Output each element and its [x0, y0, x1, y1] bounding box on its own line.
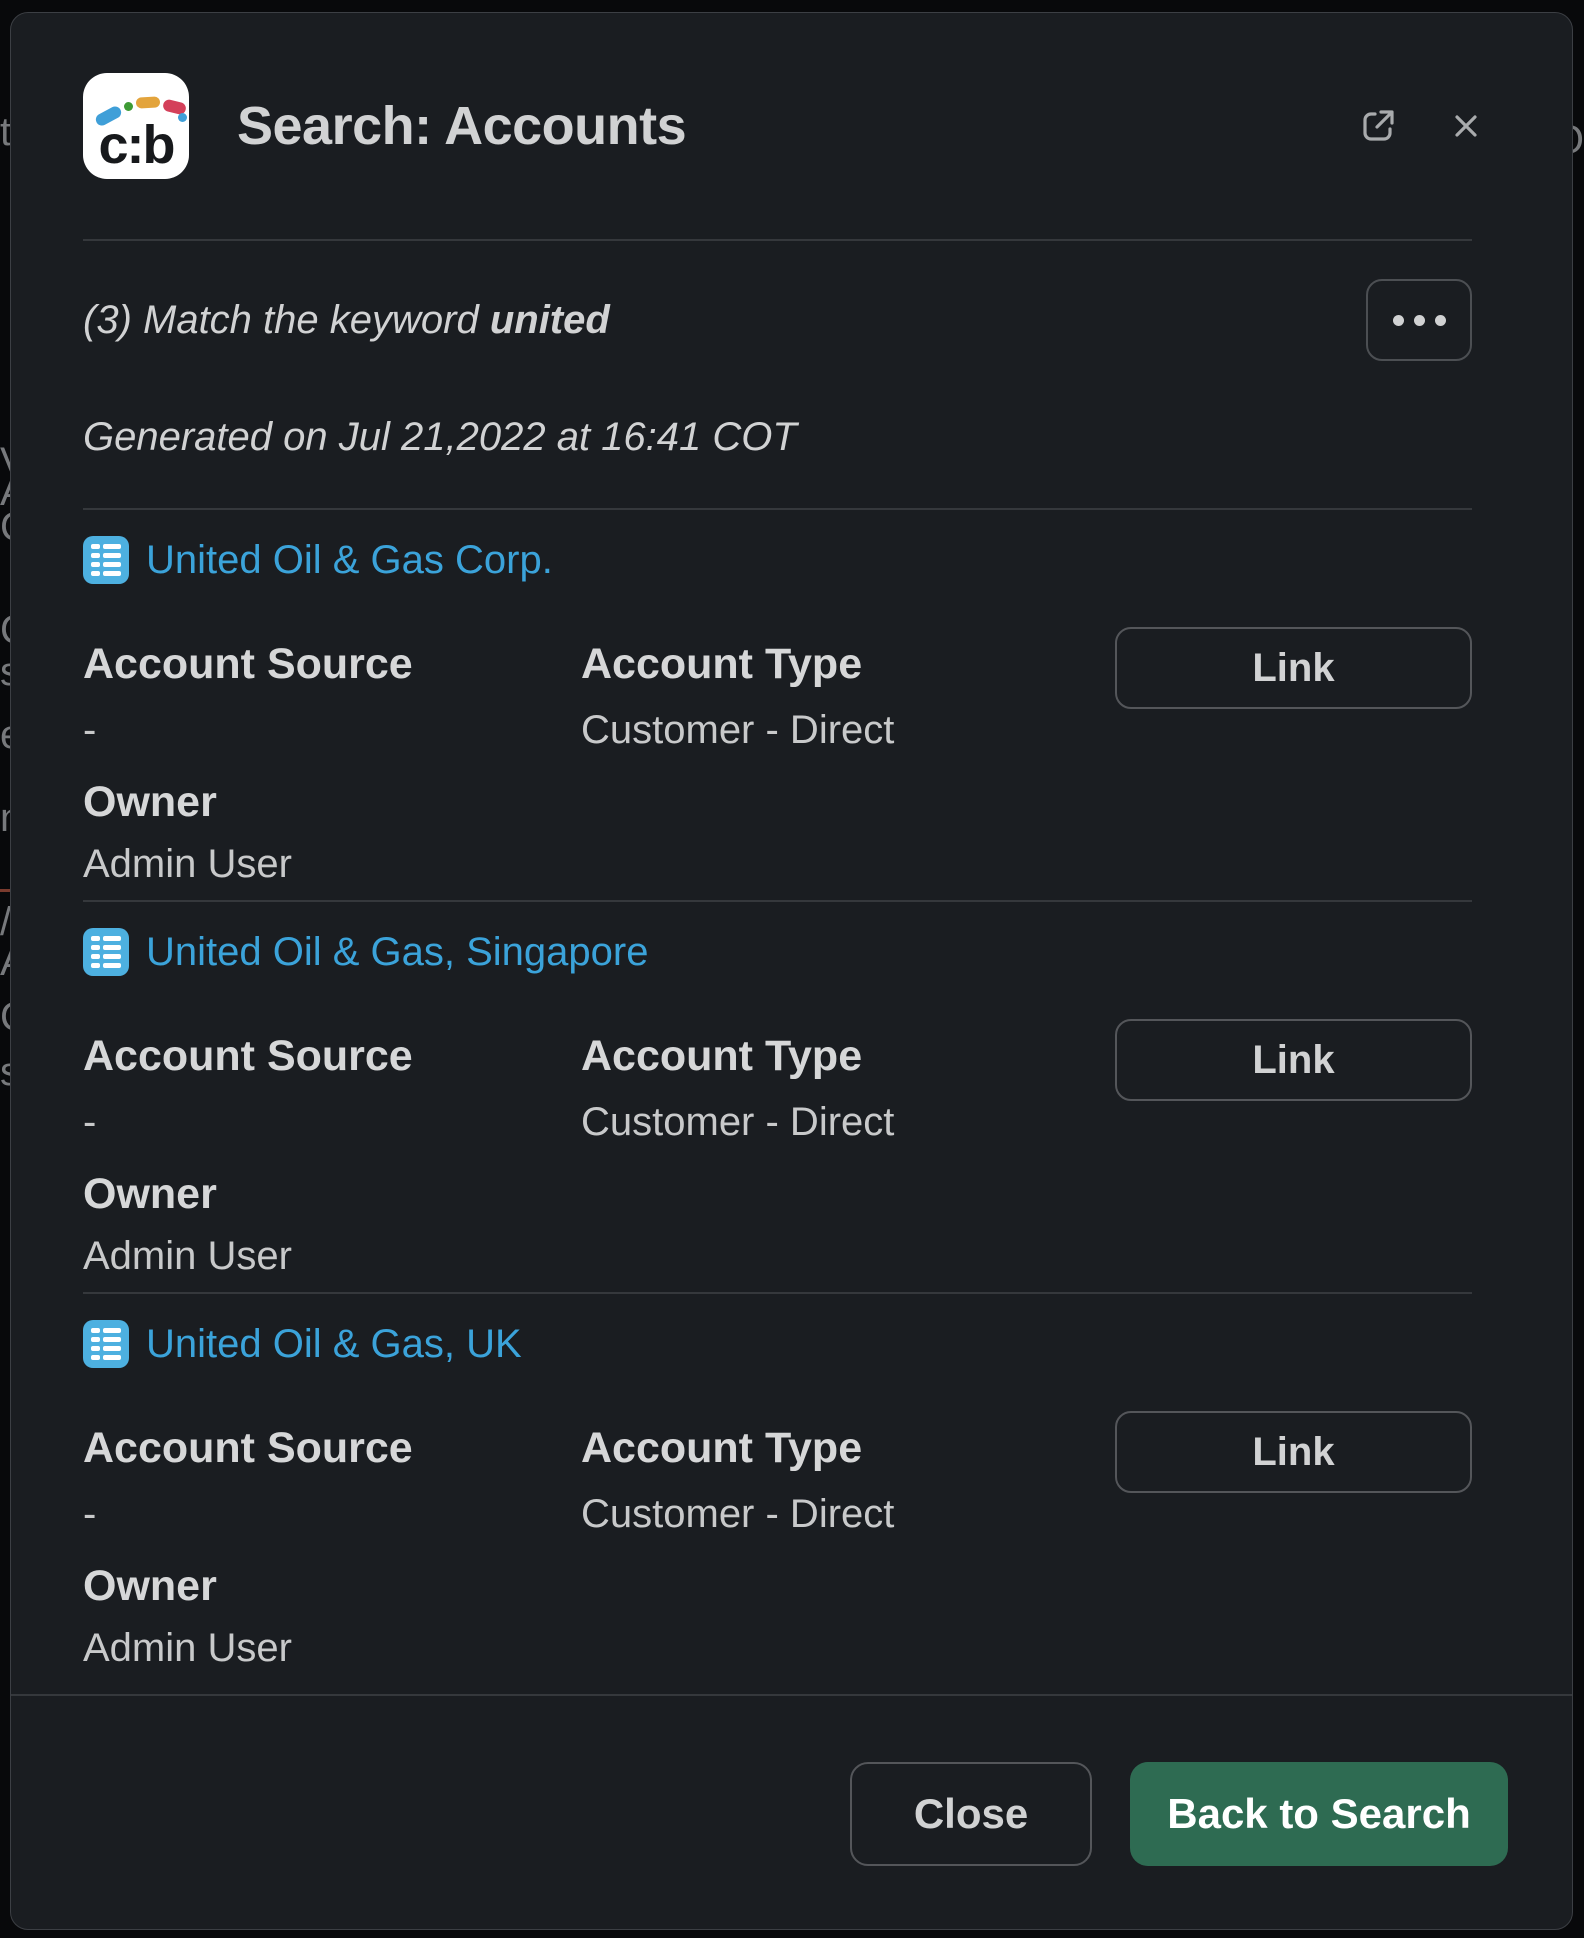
account-link[interactable]: United Oil & Gas, UK: [146, 1322, 522, 1367]
field-value-account-source: -: [83, 1494, 581, 1534]
logo-text: c:b: [83, 118, 189, 172]
ellipsis-icon: [1393, 315, 1404, 326]
field-value-owner: Admin User: [83, 1628, 292, 1668]
logo-arc-green-dot: [124, 102, 133, 111]
bg-text-fragment: O: [1573, 118, 1584, 163]
field-label-account-source: Account Source: [83, 642, 581, 686]
generated-timestamp: Generated on Jul 21,2022 at 16:41 COT: [83, 415, 1472, 460]
account-link[interactable]: United Oil & Gas Corp.: [146, 538, 553, 583]
link-account-button[interactable]: Link: [1115, 1019, 1472, 1101]
modal-title: Search: Accounts: [237, 95, 1354, 157]
field-label-owner: Owner: [83, 1172, 217, 1216]
account-link[interactable]: United Oil & Gas, Singapore: [146, 930, 648, 975]
open-external-icon[interactable]: [1354, 102, 1402, 150]
field-value-owner: Admin User: [83, 1236, 292, 1276]
query-summary: (3) Match the keyword united: [83, 298, 610, 343]
field-label-account-type: Account Type: [581, 642, 862, 686]
header-divider: [83, 239, 1472, 241]
ellipsis-icon: [1414, 315, 1425, 326]
field-label-owner: Owner: [83, 1564, 217, 1608]
ellipsis-icon: [1435, 315, 1446, 326]
background-right-strip: O: [1573, 0, 1584, 1938]
link-account-button[interactable]: Link: [1115, 627, 1472, 709]
field-value-account-source: -: [83, 1102, 581, 1142]
field-label-account-type: Account Type: [581, 1426, 862, 1470]
close-button[interactable]: Close: [850, 1762, 1092, 1866]
account-result-row: United Oil & Gas, Singapore Account Sour…: [11, 902, 1572, 1276]
more-options-button[interactable]: [1366, 279, 1472, 361]
query-keyword: united: [490, 298, 610, 342]
account-list-icon: [83, 536, 129, 584]
field-value-account-type: Customer - Direct: [581, 1494, 894, 1534]
field-value-account-type: Customer - Direct: [581, 1102, 894, 1142]
search-accounts-modal: c:b Search: Accounts (3) Match the keywo…: [10, 12, 1573, 1930]
link-account-button[interactable]: Link: [1115, 1411, 1472, 1493]
logo-arc-yellow-pill: [136, 96, 161, 108]
field-label-account-type: Account Type: [581, 1034, 862, 1078]
account-list-icon: [83, 928, 129, 976]
field-label-account-source: Account Source: [83, 1034, 581, 1078]
close-icon[interactable]: [1442, 102, 1490, 150]
field-value-account-type: Customer - Direct: [581, 710, 894, 750]
field-label-account-source: Account Source: [83, 1426, 581, 1470]
app-logo: c:b: [83, 73, 189, 179]
field-label-owner: Owner: [83, 780, 217, 824]
modal-header: c:b Search: Accounts: [11, 13, 1572, 239]
modal-footer: Close Back to Search: [11, 1694, 1572, 1929]
field-value-owner: Admin User: [83, 844, 292, 884]
background-accent-tick: [0, 889, 10, 892]
account-result-row: United Oil & Gas Corp. Account Source Ac…: [11, 510, 1572, 884]
account-result-row: United Oil & Gas, UK Account Source Acco…: [11, 1294, 1572, 1668]
field-value-account-source: -: [83, 710, 581, 750]
account-list-icon: [83, 1320, 129, 1368]
back-to-search-button[interactable]: Back to Search: [1130, 1762, 1508, 1866]
